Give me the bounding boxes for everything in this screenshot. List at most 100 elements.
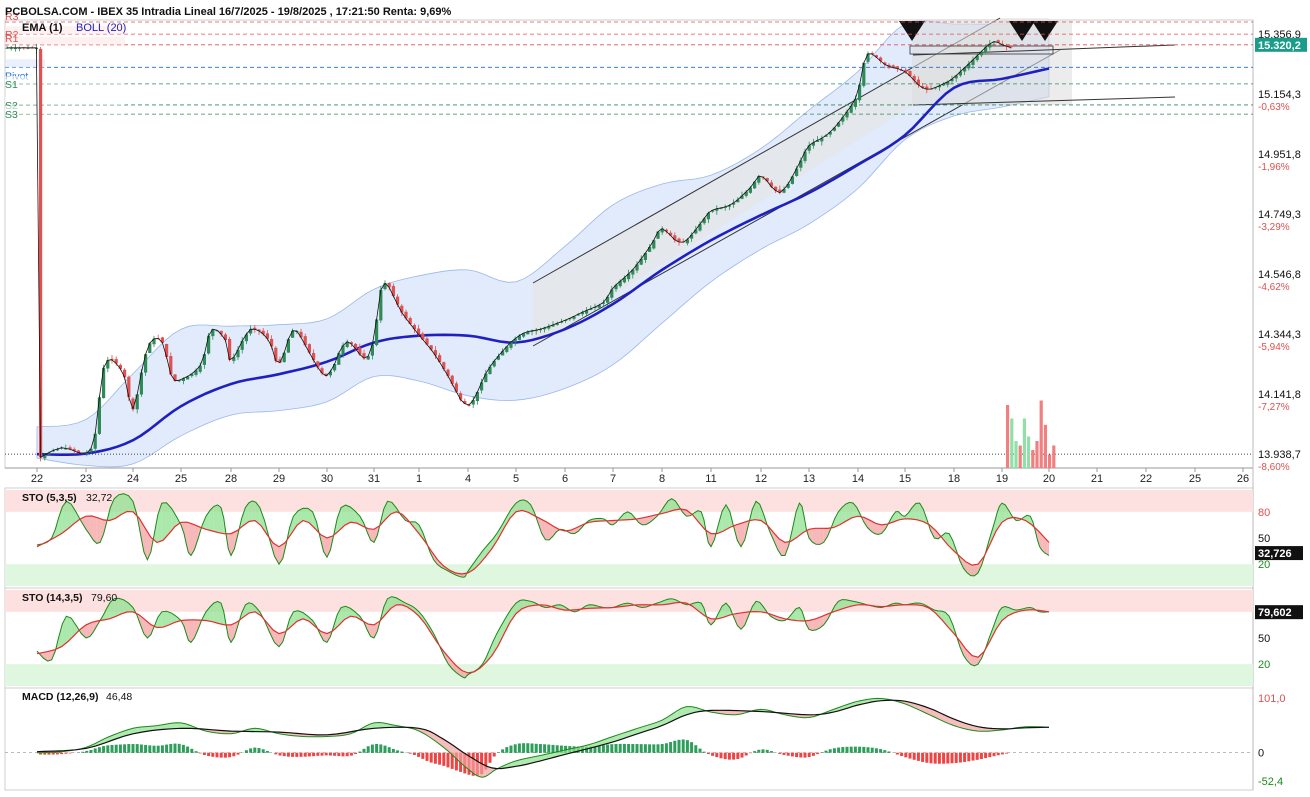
macd-histogram-bar — [552, 745, 555, 753]
x-tick-label: 20 — [1043, 473, 1055, 485]
macd-histogram-bar — [337, 753, 340, 756]
stoch-fill — [371, 624, 374, 638]
oversold-zone — [5, 564, 1253, 586]
macd-histogram-bar — [245, 750, 248, 753]
candle-body — [98, 397, 101, 434]
pivot-label-bg — [5, 97, 125, 105]
macd-histogram-bar — [321, 753, 324, 756]
macd-histogram-bar — [938, 753, 941, 764]
macd-fill — [480, 763, 483, 778]
macd-histogram-bar — [182, 745, 185, 753]
macd-histogram-bar — [56, 753, 59, 755]
macd-histogram-bar — [262, 749, 265, 752]
stoch-fill — [971, 564, 975, 575]
stoch-fill — [874, 523, 878, 535]
candle-body — [442, 362, 445, 369]
volume-bar — [1006, 405, 1009, 468]
volume-bar — [1040, 401, 1043, 469]
macd-histogram-bar — [161, 745, 164, 752]
macd-histogram-bar — [144, 745, 147, 753]
macd-histogram-bar — [148, 745, 151, 752]
macd-histogram-bar — [988, 753, 991, 757]
stoch-fill — [878, 524, 882, 535]
macd-histogram-bar — [136, 744, 139, 753]
macd-histogram-bar — [745, 753, 748, 756]
macd-histogram-bar — [976, 753, 979, 760]
macd-histogram-bar — [119, 744, 122, 752]
macd-histogram-bar — [48, 753, 51, 755]
macd-histogram-bar — [934, 753, 937, 764]
stoch-y-tick: 50 — [1258, 633, 1270, 645]
candle-body — [203, 354, 206, 365]
macd-histogram-bar — [888, 751, 891, 752]
macd-histogram-bar — [169, 744, 172, 753]
macd-histogram-bar — [442, 753, 445, 766]
macd-histogram-bar — [833, 748, 836, 752]
macd-histogram-bar — [438, 753, 441, 765]
macd-histogram-bar — [724, 753, 727, 759]
y-pct-label: -7,27% — [1258, 402, 1290, 413]
macd-histogram-bar — [417, 753, 420, 757]
stoch-fill — [218, 505, 221, 533]
macd-histogram-bar — [669, 742, 672, 753]
candle-body — [123, 370, 126, 378]
candle-body — [316, 361, 319, 367]
macd-histogram-bar — [631, 744, 634, 753]
macd-histogram-bar — [942, 753, 945, 764]
macd-histogram-bar — [367, 746, 370, 753]
pivot-label-bg — [5, 106, 125, 114]
y-pct-label: -8,60% — [1258, 462, 1290, 473]
macd-histogram-bar — [623, 744, 626, 753]
candle-body — [375, 319, 378, 345]
pivot-label-bg — [5, 76, 125, 84]
macd-histogram-bar — [741, 753, 744, 758]
candle-body — [39, 49, 42, 457]
y-tick-label: 14.951,8 — [1258, 149, 1301, 161]
macd-histogram-bar — [123, 744, 126, 752]
x-tick-label: 11 — [705, 473, 716, 485]
macd-histogram-bar — [925, 753, 928, 763]
macd-histogram-bar — [64, 753, 67, 754]
macd-histogram-bar — [207, 753, 210, 756]
candle-body — [791, 176, 794, 184]
macd-histogram-bar — [190, 749, 193, 753]
stoch-fill — [796, 607, 799, 620]
macd-histogram-bar — [997, 753, 1000, 755]
volume-bar — [1044, 425, 1047, 468]
macd-histogram-bar — [253, 748, 256, 753]
candle-body — [656, 232, 659, 239]
candle-body — [493, 361, 496, 366]
ema-label: EMA (1) — [22, 22, 63, 34]
macd-histogram-bar — [287, 753, 290, 757]
macd-histogram-bar — [400, 752, 403, 753]
macd-histogram-bar — [325, 753, 328, 756]
macd-histogram-bar — [295, 753, 298, 757]
candle-body — [236, 350, 239, 358]
macd-histogram-bar — [711, 753, 714, 756]
candle-body — [866, 54, 869, 62]
macd-histogram-bar — [640, 744, 643, 753]
candle-body — [312, 353, 315, 360]
macd-panel — [5, 688, 1253, 790]
x-tick-label: 31 — [368, 473, 380, 485]
candle-body — [379, 290, 382, 320]
macd-histogram-bar — [379, 744, 382, 752]
macd-histogram-bar — [501, 749, 504, 752]
macd-histogram-bar — [736, 753, 739, 759]
stoch-fill — [97, 517, 100, 543]
macd-histogram-bar — [615, 744, 618, 753]
macd-histogram-bar — [421, 753, 424, 759]
macd-histogram-bar — [900, 753, 903, 756]
macd-histogram-bar — [963, 753, 966, 762]
macd-histogram-bar — [661, 744, 664, 753]
candle-body — [165, 344, 168, 357]
stoch-fill — [809, 620, 812, 631]
stoch-fill — [119, 598, 124, 615]
candle-body — [648, 247, 651, 252]
macd-value: 46,48 — [106, 691, 132, 703]
macd-histogram-bar — [111, 745, 114, 753]
y-pct-label: -1,96% — [1258, 162, 1290, 173]
macd-histogram-bar — [610, 744, 613, 753]
macd-label: MACD (12,26,9) — [22, 691, 98, 703]
y-pct-label: -3,29% — [1258, 222, 1290, 233]
